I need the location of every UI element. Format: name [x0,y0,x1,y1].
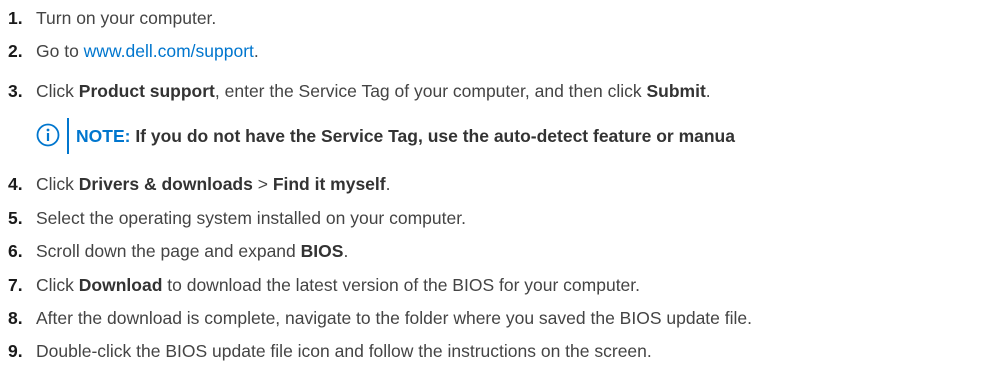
step-number: 6. [8,241,23,261]
step-text-suffix: . [253,41,259,61]
step-text: Double-click the BIOS update file icon a… [36,341,652,361]
step-text-suffix: . [385,174,391,194]
step-number: 3. [8,81,23,101]
find-it-myself-label: Find it myself [272,174,386,194]
step-8: 8. After the download is complete, naviga… [8,306,752,330]
step-text-prefix: Scroll down the page and expand [36,241,301,261]
info-icon [36,123,60,147]
bios-label: BIOS [300,241,344,261]
step-number: 9. [8,341,23,361]
step-text: Turn on your computer. [36,8,217,28]
dell-support-link[interactable]: www.dell.com/support [84,41,254,61]
step-text-suffix: . [343,241,349,261]
submit-label: Submit [646,81,706,101]
step-5: 5. Select the operating system installed … [8,206,466,230]
step-1: 1. Turn on your computer. [8,6,216,30]
step-2: 2. Go to www.dell.com/support. [8,39,259,63]
step-text: Select the operating system installed on… [36,208,466,228]
step-text: After the download is complete, navigate… [36,308,752,328]
note-body: If you do not have the Service Tag, use … [130,126,735,146]
note-divider [67,118,69,154]
step-text-suffix: . [705,81,711,101]
step-6: 6. Scroll down the page and expand BIOS. [8,239,348,263]
step-text-prefix: Click [36,81,79,101]
note-label: NOTE: [76,126,131,146]
step-4: 4. Click Drivers & downloads > Find it my… [8,172,390,196]
step-9: 9. Double-click the BIOS update file icon… [8,339,652,363]
step-text-middle: , enter the Service Tag of your computer… [214,81,647,101]
step-text-suffix: to download the latest version of the BI… [162,275,641,295]
step-number: 4. [8,174,23,194]
step-number: 5. [8,208,23,228]
step-number: 7. [8,275,23,295]
step-7: 7. Click Download to download the latest … [8,273,640,297]
step-text-prefix: Go to [36,41,84,61]
download-label: Download [78,275,163,295]
step-text-prefix: Click [36,275,79,295]
drivers-downloads-label: Drivers & downloads [78,174,253,194]
step-number: 2. [8,41,23,61]
product-support-label: Product support [78,81,215,101]
step-number: 1. [8,8,23,28]
note-text: NOTE: If you do not have the Service Tag… [76,124,735,148]
step-text-middle: > [252,174,273,194]
bios-update-steps: 1. Turn on your computer. 2. Go to www.del… [8,0,984,383]
step-number: 8. [8,308,23,328]
step-text-prefix: Click [36,174,79,194]
step-3: 3. Click Product support, enter the Servi… [8,79,711,103]
